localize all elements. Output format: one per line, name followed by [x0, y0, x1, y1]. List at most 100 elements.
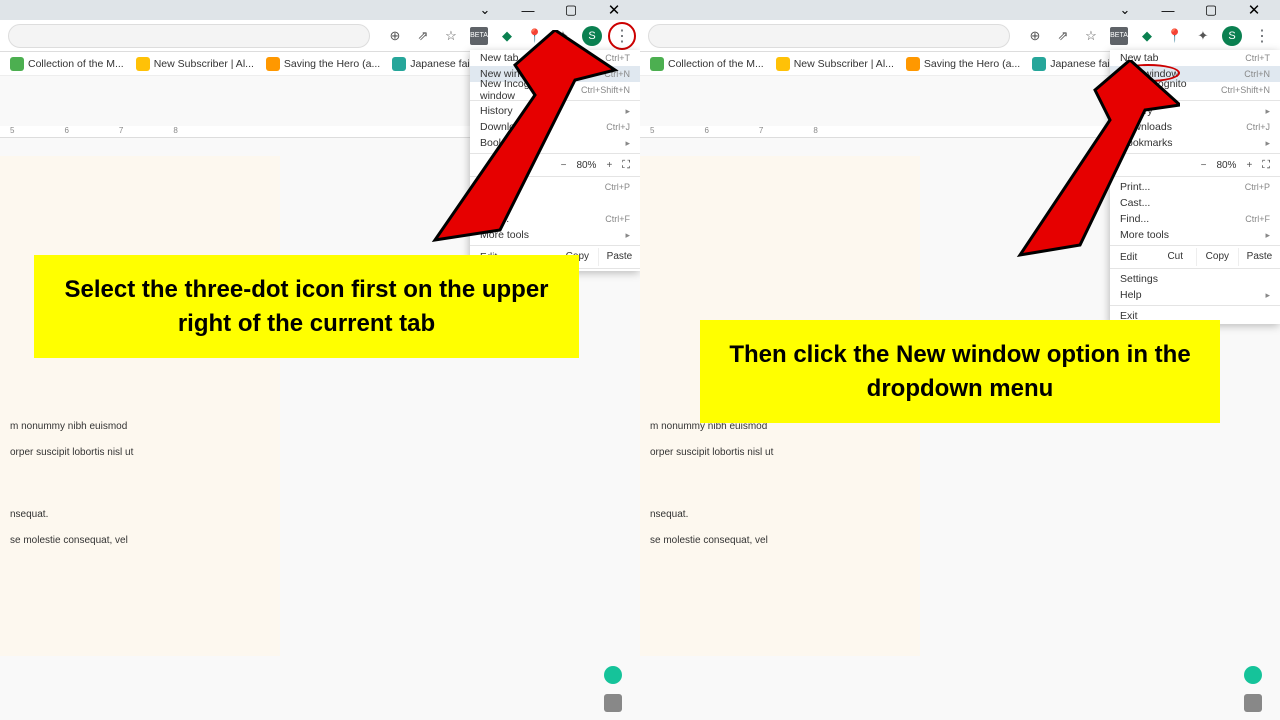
chrome-menu: New tabCtrl+T New windowCtrl+N New Incog… [1110, 50, 1280, 324]
share-icon[interactable]: ⇗ [1054, 27, 1072, 45]
chevron-right-icon: ▸ [1265, 106, 1270, 117]
address-bar[interactable] [648, 24, 1010, 48]
menu-new-tab[interactable]: New tab Ctrl+T [470, 50, 640, 66]
bookmark-favicon-icon [136, 57, 150, 71]
window-controls: ⌄ — ▢ ✕ [0, 0, 640, 20]
menu-find[interactable]: Find...Ctrl+F [1110, 211, 1280, 227]
maximize-button[interactable]: ▢ [1197, 2, 1225, 18]
chevron-right-icon: ▸ [1265, 230, 1270, 241]
beta-icon[interactable]: BETA [470, 27, 488, 45]
menu-label: Settings [1120, 273, 1158, 285]
menu-shortcut: Ctrl+T [605, 53, 630, 63]
menu-label: More tools [1120, 229, 1169, 241]
puzzle-icon[interactable]: ✦ [1194, 27, 1212, 45]
profile-avatar[interactable]: S [582, 26, 602, 46]
menu-more-tools[interactable]: More tools ▸ [1110, 227, 1280, 243]
chevron-right-icon: ▸ [625, 106, 630, 117]
three-dots-icon[interactable]: ⋮ [612, 26, 632, 46]
menu-label: Bookmarks [1120, 137, 1173, 149]
zoom-value: 80% [1216, 160, 1236, 171]
explore-icon[interactable] [1244, 694, 1262, 712]
menu-history[interactable]: History ▸ [1110, 103, 1280, 119]
share-icon[interactable]: ⇗ [414, 27, 432, 45]
menu-new-tab[interactable]: New tabCtrl+T [1110, 50, 1280, 66]
menu-bookmarks[interactable]: Bookmarks▸ [470, 135, 640, 151]
browser-toolbar: ⊕ ⇗ ☆ BETA ◆ 📍 ✦ S ⋮ [640, 20, 1280, 52]
doc-text: nsequat. [650, 504, 910, 526]
puzzle-icon[interactable]: ✦ [554, 27, 572, 45]
profile-avatar[interactable]: S [1222, 26, 1242, 46]
zoom-in-button[interactable]: + [606, 160, 612, 171]
menu-shortcut: Ctrl+Shift+N [581, 85, 630, 95]
bookmark-item[interactable]: Collection of the M... [6, 55, 128, 73]
menu-label: New tab [480, 52, 519, 64]
menu-separator [1110, 268, 1280, 269]
menu-new-incognito[interactable]: New Incognito windowCtrl+Shift+N [1110, 82, 1280, 98]
window-chevron-icon[interactable]: ⌄ [1111, 2, 1139, 18]
chevron-right-icon: ▸ [625, 138, 630, 149]
grammarly-icon[interactable] [1244, 666, 1262, 684]
bookmark-label: Collection of the M... [28, 58, 124, 70]
bookmark-item[interactable]: Collection of the M... [646, 55, 768, 73]
pin-icon[interactable]: 📍 [1166, 27, 1184, 45]
menu-cast[interactable]: Cast... [1110, 195, 1280, 211]
zoom-out-button[interactable]: − [1201, 160, 1207, 171]
ruler-mark: 8 [813, 126, 817, 137]
menu-bookmarks[interactable]: Bookmarks▸ [1110, 135, 1280, 151]
fullscreen-icon[interactable]: ⛶ [1262, 159, 1270, 172]
grammarly-icon[interactable] [604, 666, 622, 684]
menu-new-incognito[interactable]: New Incognito windowCtrl+Shift+N [470, 82, 640, 98]
beta-icon[interactable]: BETA [1110, 27, 1128, 45]
menu-print[interactable]: Print...Ctrl+P [470, 179, 640, 195]
menu-help[interactable]: Help▸ [1110, 287, 1280, 303]
bookmark-item[interactable]: Saving the Hero (a... [902, 55, 1024, 73]
bookmark-item[interactable]: New Subscriber | Al... [132, 55, 258, 73]
menu-label: Downloads [1120, 121, 1172, 133]
maximize-button[interactable]: ▢ [557, 2, 585, 18]
zoom-in-button[interactable]: + [1246, 160, 1252, 171]
star-icon[interactable]: ☆ [442, 27, 460, 45]
extension-icon[interactable]: ◆ [1138, 27, 1156, 45]
menu-print[interactable]: Print...Ctrl+P [1110, 179, 1280, 195]
menu-more-tools[interactable]: More tools▸ [470, 227, 640, 243]
bookmark-item[interactable]: Saving the Hero (a... [262, 55, 384, 73]
menu-find[interactable]: Find...Ctrl+F [470, 211, 640, 227]
menu-history[interactable]: History ▸ [470, 103, 640, 119]
menu-cast[interactable]: Cast... [470, 195, 640, 211]
cut-button[interactable]: Cut [1155, 248, 1197, 266]
paste-button[interactable]: Paste [599, 248, 640, 266]
zoom-icon[interactable]: ⊕ [386, 27, 404, 45]
menu-label: History [1120, 105, 1153, 117]
ruler: 5 6 7 8 [640, 126, 1110, 138]
zoom-icon[interactable]: ⊕ [1026, 27, 1044, 45]
menu-downloads[interactable]: DownloadsCtrl+J [470, 119, 640, 135]
menu-zoom: Zoom − 80% + ⛶ [470, 156, 640, 174]
window-chevron-icon[interactable]: ⌄ [471, 2, 499, 18]
address-bar[interactable] [8, 24, 370, 48]
menu-label: Print... [1120, 181, 1150, 193]
left-screenshot: ⌄ — ▢ ✕ ⊕ ⇗ ☆ BETA ◆ 📍 ✦ S ⋮ Collection … [0, 0, 640, 720]
menu-label: Help [1120, 289, 1142, 301]
menu-settings[interactable]: Settings [1110, 271, 1280, 287]
paste-button[interactable]: Paste [1239, 248, 1280, 266]
menu-label: History [480, 105, 513, 117]
minimize-button[interactable]: — [1154, 3, 1182, 18]
menu-downloads[interactable]: DownloadsCtrl+J [1110, 119, 1280, 135]
explore-icon[interactable] [604, 694, 622, 712]
menu-label: More tools [480, 229, 529, 241]
ruler-mark: 8 [173, 126, 177, 137]
menu-shortcut: Ctrl+F [605, 214, 630, 224]
pin-icon[interactable]: 📍 [526, 27, 544, 45]
bookmark-item[interactable]: New Subscriber | Al... [772, 55, 898, 73]
star-icon[interactable]: ☆ [1082, 27, 1100, 45]
close-button[interactable]: ✕ [1240, 1, 1268, 19]
fullscreen-icon[interactable]: ⛶ [622, 159, 630, 172]
three-dots-icon[interactable]: ⋮ [1252, 26, 1272, 46]
minimize-button[interactable]: — [514, 3, 542, 18]
menu-shortcut: Ctrl+F [1245, 214, 1270, 224]
copy-button[interactable]: Copy [1197, 248, 1239, 266]
close-button[interactable]: ✕ [600, 1, 628, 19]
bookmark-favicon-icon [266, 57, 280, 71]
zoom-out-button[interactable]: − [561, 160, 567, 171]
extension-icon[interactable]: ◆ [498, 27, 516, 45]
